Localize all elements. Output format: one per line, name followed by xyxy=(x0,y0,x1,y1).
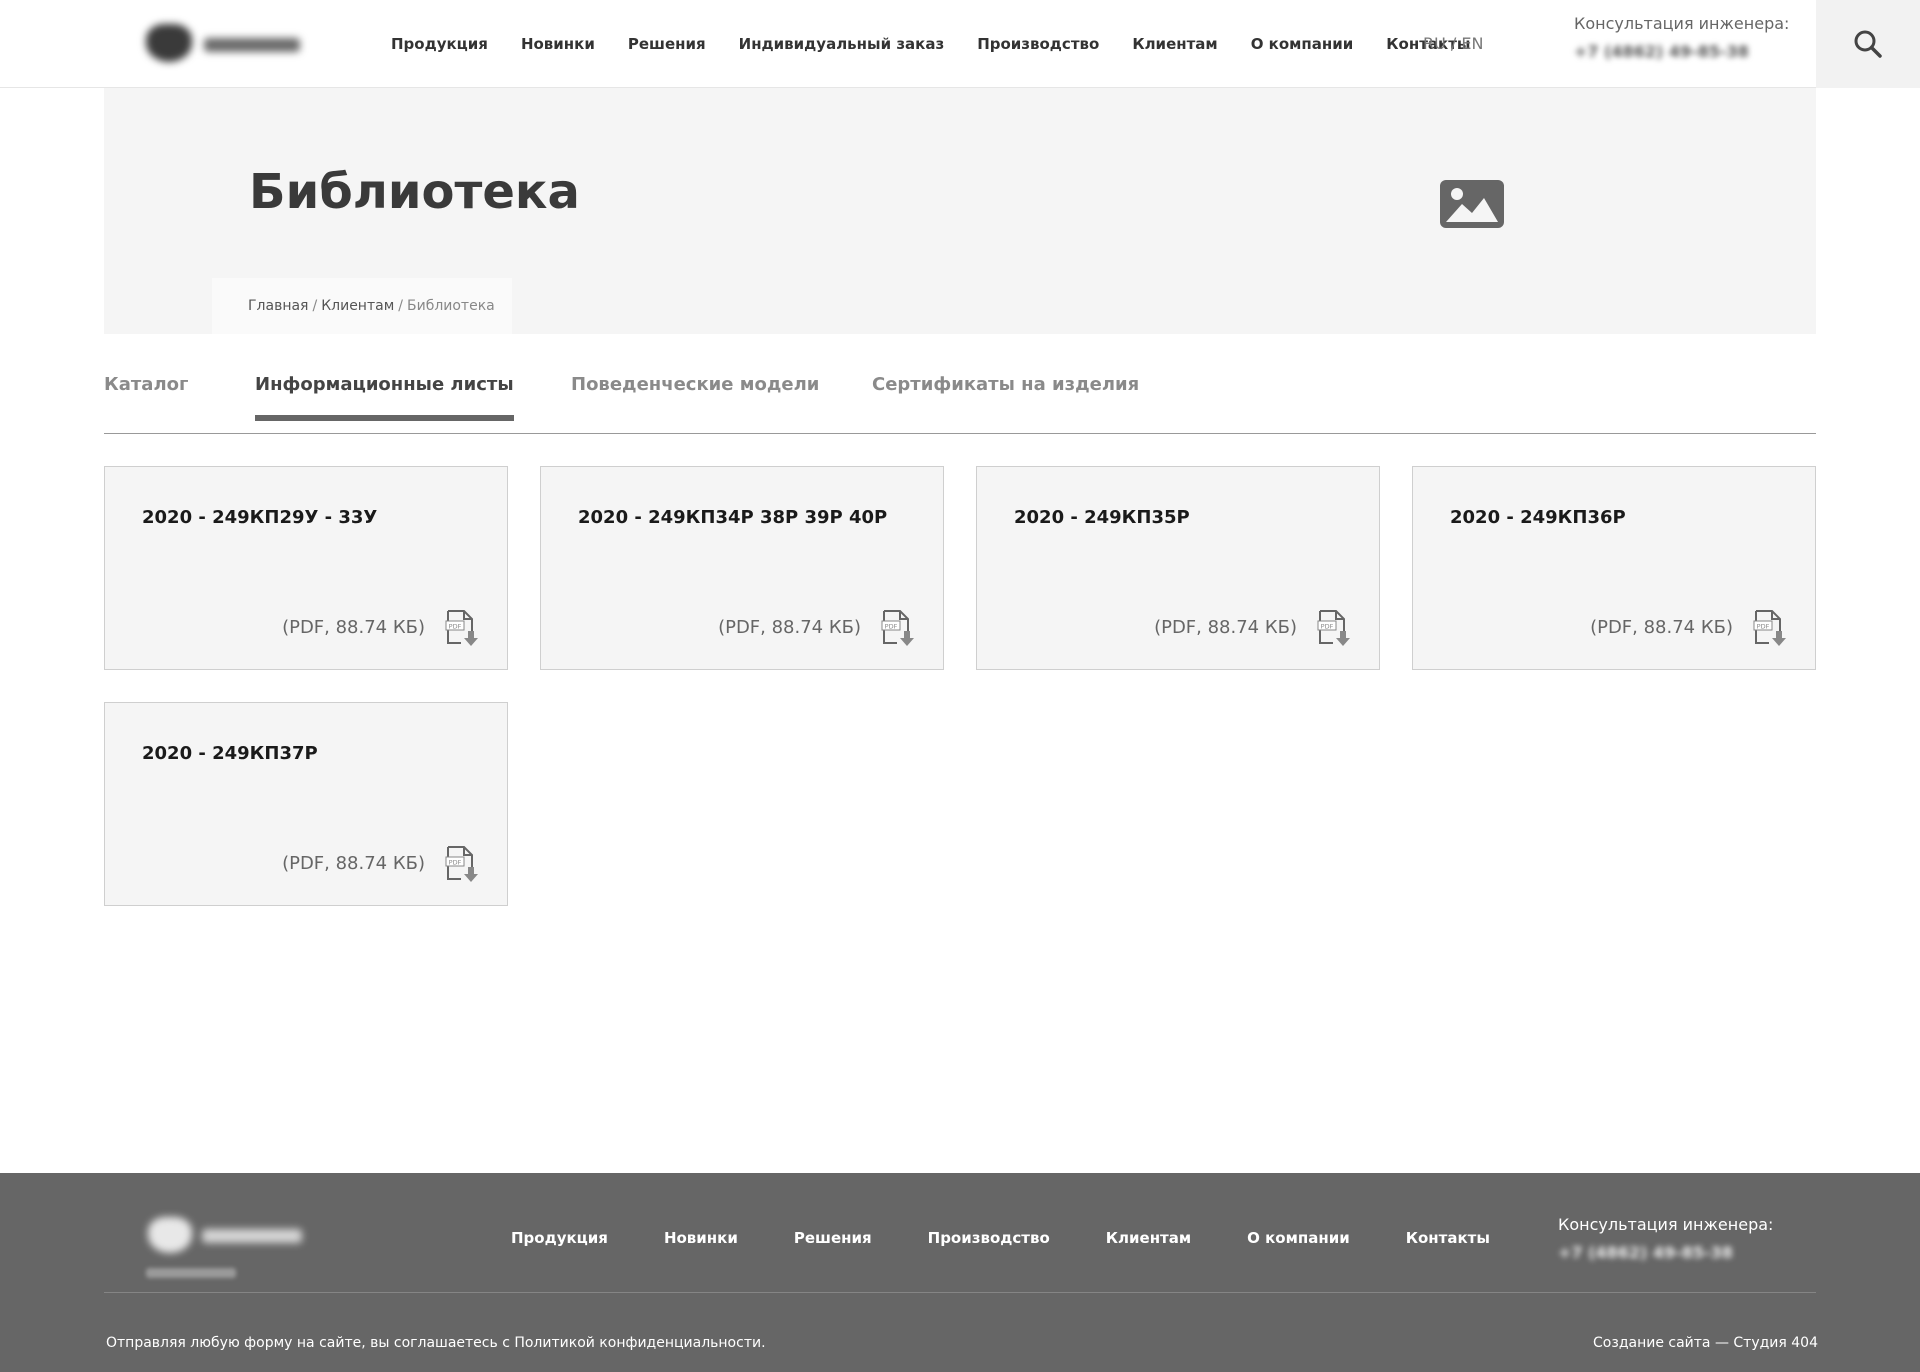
breadcrumb-clients[interactable]: Клиентам xyxy=(321,298,394,314)
document-card[interactable]: 2020 - 249КП29У - 33У (PDF, 88.74 КБ) PD… xyxy=(104,466,508,670)
footer-nav-new[interactable]: Новинки xyxy=(664,1229,738,1247)
document-title: 2020 - 249КП37Р xyxy=(142,743,318,764)
nav-item-new[interactable]: Новинки xyxy=(521,35,595,53)
breadcrumb-current: Библиотека xyxy=(406,298,495,314)
document-title: 2020 - 249КП36Р xyxy=(1450,507,1626,528)
tab-certificates[interactable]: Сертификаты на изделия xyxy=(872,374,1139,421)
document-file-info: (PDF, 88.74 КБ) xyxy=(282,617,425,638)
library-tabs: Каталог Информационные листы Поведенческ… xyxy=(104,334,1816,434)
tab-catalog[interactable]: Каталог xyxy=(104,374,188,421)
nav-item-solutions[interactable]: Решения xyxy=(628,35,706,53)
search-button[interactable] xyxy=(1816,0,1920,88)
developer-credit[interactable]: Создание сайта — Студия 404 xyxy=(1593,1335,1818,1351)
document-file-info: (PDF, 88.74 КБ) xyxy=(718,617,861,638)
footer-divider xyxy=(104,1292,1816,1293)
logo-emblem xyxy=(148,1217,192,1253)
tab-behavioral-models[interactable]: Поведенческие модели xyxy=(571,374,819,421)
nav-item-about[interactable]: О компании xyxy=(1251,35,1354,53)
site-footer: Продукция Новинки Решения Производство К… xyxy=(0,1173,1920,1372)
nav-item-clients[interactable]: Клиентам xyxy=(1132,35,1217,53)
breadcrumb-home[interactable]: Главная xyxy=(248,298,308,314)
footer-nav-clients[interactable]: Клиентам xyxy=(1106,1229,1191,1247)
consult-phone[interactable]: +7 (4862) 49-85-38 xyxy=(1574,42,1749,61)
footer-nav-products[interactable]: Продукция xyxy=(511,1229,608,1247)
pdf-download-icon[interactable]: PDF xyxy=(1753,609,1787,647)
document-file-info: (PDF, 88.74 КБ) xyxy=(282,853,425,874)
pdf-download-icon[interactable]: PDF xyxy=(881,609,915,647)
logo-emblem xyxy=(146,24,192,62)
nav-item-production[interactable]: Производство xyxy=(977,35,1099,53)
svg-text:PDF: PDF xyxy=(449,623,462,631)
breadcrumb-separator: / xyxy=(312,298,318,314)
footer-nav: Продукция Новинки Решения Производство К… xyxy=(511,1229,1546,1247)
footer-consult-phone[interactable]: +7 (4862) 49-85-38 xyxy=(1558,1243,1733,1262)
document-title: 2020 - 249КП34Р 38Р 39Р 40Р xyxy=(578,507,888,528)
footer-nav-about[interactable]: О компании xyxy=(1247,1229,1350,1247)
footer-nav-solutions[interactable]: Решения xyxy=(794,1229,872,1247)
document-card[interactable]: 2020 - 249КП36Р (PDF, 88.74 КБ) PDF xyxy=(1412,466,1816,670)
pdf-download-icon[interactable]: PDF xyxy=(445,845,479,883)
document-card[interactable]: 2020 - 249КП37Р (PDF, 88.74 КБ) PDF xyxy=(104,702,508,906)
footer-logo[interactable] xyxy=(142,1211,312,1261)
site-logo[interactable] xyxy=(140,18,310,70)
document-file-info: (PDF, 88.74 КБ) xyxy=(1154,617,1297,638)
footer-copyright xyxy=(146,1268,236,1278)
search-icon xyxy=(1854,30,1882,58)
nav-item-products[interactable]: Продукция xyxy=(391,35,488,53)
nav-item-custom-order[interactable]: Индивидуальный заказ xyxy=(739,35,945,53)
svg-text:PDF: PDF xyxy=(885,623,898,631)
site-header: Продукция Новинки Решения Индивидуальный… xyxy=(0,0,1920,88)
document-title: 2020 - 249КП29У - 33У xyxy=(142,507,378,528)
consult-label: Консультация инженера: xyxy=(1574,14,1790,33)
pdf-download-icon[interactable]: PDF xyxy=(445,609,479,647)
privacy-policy-notice[interactable]: Отправляя любую форму на сайте, вы согла… xyxy=(106,1335,766,1351)
logo-wordmark xyxy=(202,1229,302,1243)
language-switcher[interactable]: RU / EN xyxy=(1423,34,1483,53)
svg-text:PDF: PDF xyxy=(1321,623,1334,631)
document-title: 2020 - 249КП35Р xyxy=(1014,507,1190,528)
breadcrumb: Главная / Клиентам / Библиотека xyxy=(212,278,512,334)
footer-nav-contacts[interactable]: Контакты xyxy=(1406,1229,1490,1247)
svg-text:PDF: PDF xyxy=(449,859,462,867)
main-nav: Продукция Новинки Решения Индивидуальный… xyxy=(391,0,1503,88)
page-hero: Библиотека Главная / Клиентам / Библиоте… xyxy=(104,88,1816,334)
image-placeholder-icon xyxy=(1440,180,1504,228)
pdf-download-icon[interactable]: PDF xyxy=(1317,609,1351,647)
document-card[interactable]: 2020 - 249КП35Р (PDF, 88.74 КБ) PDF xyxy=(976,466,1380,670)
page-title: Библиотека xyxy=(249,164,580,220)
tab-info-sheets[interactable]: Информационные листы xyxy=(255,374,514,421)
footer-consult-label: Консультация инженера: xyxy=(1558,1215,1774,1234)
document-card[interactable]: 2020 - 249КП34Р 38Р 39Р 40Р (PDF, 88.74 … xyxy=(540,466,944,670)
breadcrumb-separator: / xyxy=(398,298,403,314)
svg-text:PDF: PDF xyxy=(1757,623,1770,631)
footer-nav-production[interactable]: Производство xyxy=(928,1229,1050,1247)
logo-wordmark xyxy=(204,38,300,52)
document-file-info: (PDF, 88.74 КБ) xyxy=(1590,617,1733,638)
